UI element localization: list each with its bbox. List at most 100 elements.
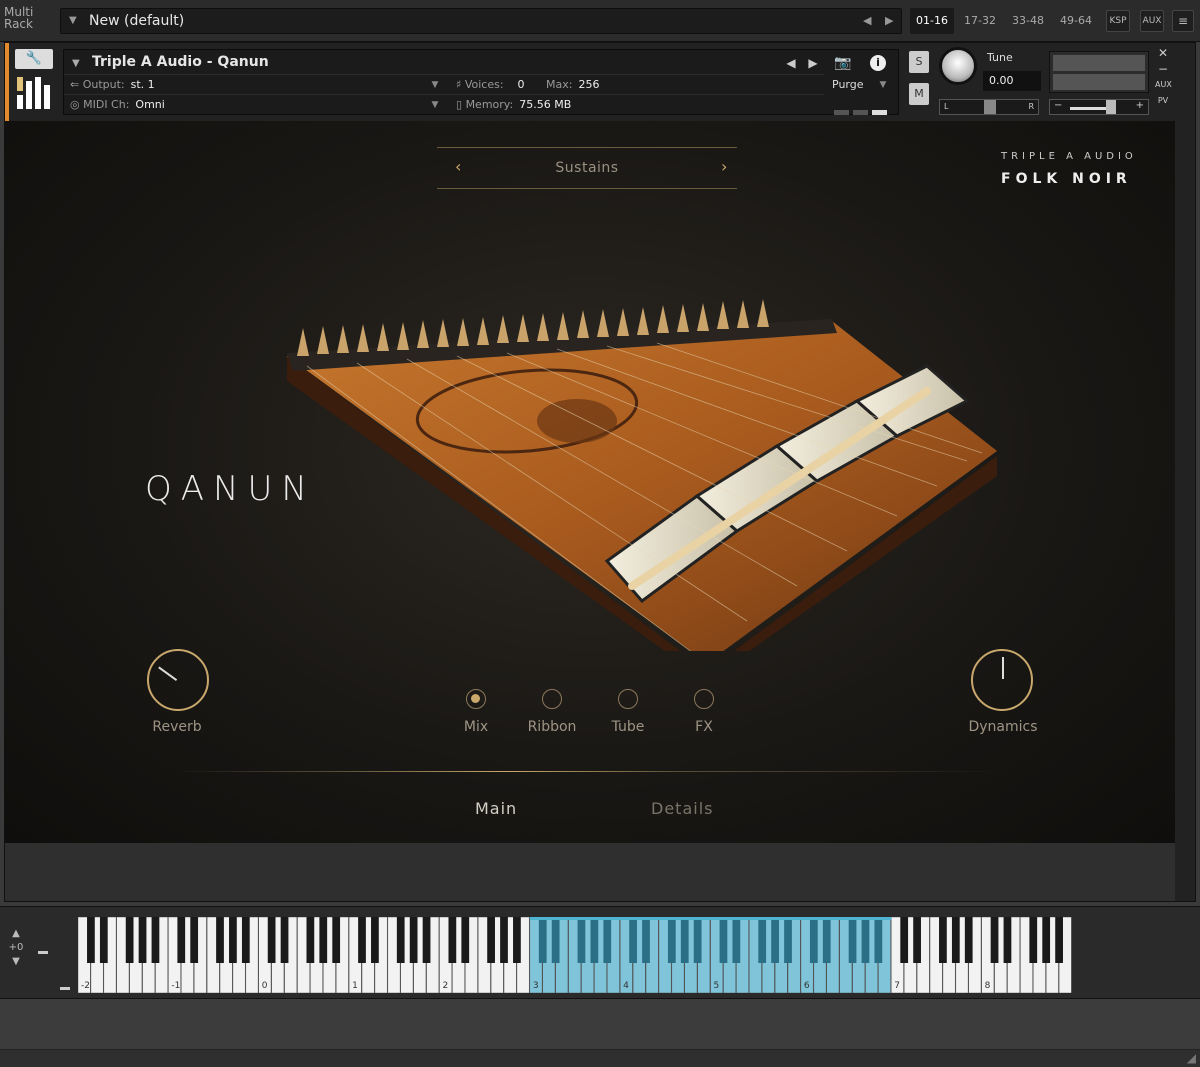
- ribbon-radio[interactable]: [542, 689, 562, 709]
- black-key[interactable]: [487, 917, 495, 963]
- black-key[interactable]: [964, 917, 973, 963]
- output-row[interactable]: ⇐ Output: st. 1: [70, 78, 155, 91]
- pan-handle[interactable]: [984, 100, 996, 114]
- mute-button[interactable]: M: [909, 83, 929, 105]
- black-key[interactable]: [87, 917, 95, 963]
- dynamics-knob[interactable]: [971, 649, 1033, 711]
- tune-value[interactable]: 0.00: [983, 71, 1041, 91]
- volume-slider[interactable]: − +: [1049, 99, 1149, 115]
- piano-keyboard[interactable]: -2 -1 0 1 2 3 4 5 6 7 8: [78, 917, 1072, 993]
- black-key[interactable]: [409, 917, 418, 963]
- black-key[interactable]: [538, 917, 547, 963]
- pitch-wheel-indicator[interactable]: [38, 951, 48, 954]
- octave-up-icon[interactable]: ▲: [4, 927, 28, 941]
- page-17-32-button[interactable]: 17-32: [958, 8, 1002, 34]
- black-key[interactable]: [461, 917, 470, 963]
- purge-dropdown-icon[interactable]: ▼: [872, 76, 894, 94]
- black-key[interactable]: [951, 917, 960, 963]
- prev-arrow-icon[interactable]: ◀: [863, 14, 871, 27]
- black-key[interactable]: [332, 917, 341, 963]
- prev-instrument-icon[interactable]: ◀: [780, 54, 802, 72]
- black-key[interactable]: [229, 917, 237, 963]
- black-key[interactable]: [138, 917, 147, 963]
- black-key[interactable]: [939, 917, 947, 963]
- black-key[interactable]: [693, 917, 702, 963]
- black-key[interactable]: [306, 917, 315, 963]
- black-key[interactable]: [848, 917, 857, 963]
- black-key[interactable]: [732, 917, 741, 963]
- black-key[interactable]: [629, 917, 637, 963]
- aux-button[interactable]: AUX: [1140, 10, 1164, 32]
- black-key[interactable]: [771, 917, 779, 963]
- chevron-right-icon[interactable]: ›: [721, 157, 727, 176]
- black-key[interactable]: [125, 917, 134, 963]
- mod-wheel-indicator[interactable]: [60, 987, 70, 990]
- pv-toggle[interactable]: PV: [1155, 93, 1171, 109]
- tab-main[interactable]: Main: [475, 799, 517, 818]
- chevron-down-icon[interactable]: ▼: [72, 58, 80, 69]
- black-key[interactable]: [1003, 917, 1012, 963]
- reverb-knob[interactable]: [147, 649, 209, 711]
- black-key[interactable]: [358, 917, 366, 963]
- black-key[interactable]: [667, 917, 676, 963]
- next-instrument-icon[interactable]: ▶: [802, 54, 824, 72]
- black-key[interactable]: [809, 917, 818, 963]
- close-icon[interactable]: ✕: [1155, 45, 1171, 61]
- tube-radio[interactable]: [618, 689, 638, 709]
- black-key[interactable]: [267, 917, 276, 963]
- pan-slider[interactable]: L R: [939, 99, 1039, 115]
- next-arrow-icon[interactable]: ▶: [885, 14, 893, 27]
- black-key[interactable]: [577, 917, 586, 963]
- black-key[interactable]: [1055, 917, 1063, 963]
- volume-handle[interactable]: [1106, 100, 1116, 114]
- black-key[interactable]: [151, 917, 160, 963]
- black-key[interactable]: [603, 917, 612, 963]
- black-key[interactable]: [642, 917, 650, 963]
- solo-button[interactable]: S: [909, 51, 929, 73]
- black-key[interactable]: [758, 917, 767, 963]
- black-key[interactable]: [177, 917, 186, 963]
- black-key[interactable]: [1029, 917, 1038, 963]
- page-01-16-button[interactable]: 01-16: [910, 8, 954, 34]
- black-key[interactable]: [861, 917, 870, 963]
- ksp-button[interactable]: KSP: [1106, 10, 1130, 32]
- chevron-down-icon[interactable]: ▼: [69, 15, 77, 26]
- purge-button[interactable]: Purge: [832, 78, 864, 91]
- black-key[interactable]: [422, 917, 431, 963]
- black-key[interactable]: [590, 917, 599, 963]
- midi-dropdown-icon[interactable]: ▼: [424, 96, 446, 114]
- midi-row[interactable]: ◎ MIDI Ch: Omni: [70, 98, 165, 111]
- instrument-name[interactable]: Triple A Audio - Qanun: [92, 54, 269, 70]
- black-key[interactable]: [319, 917, 328, 963]
- aux-toggle[interactable]: AUX: [1155, 77, 1172, 93]
- octave-down-icon[interactable]: ▼: [4, 955, 28, 969]
- resize-grip-icon[interactable]: ◢: [1187, 1051, 1196, 1065]
- output-dropdown-icon[interactable]: ▼: [424, 76, 446, 94]
- piano-keys[interactable]: -2 -1 0 1 2 3 4 5 6 7 8: [78, 917, 1072, 993]
- page-33-48-button[interactable]: 33-48: [1006, 8, 1050, 34]
- menu-icon[interactable]: ≡: [1172, 10, 1194, 32]
- black-key[interactable]: [990, 917, 999, 963]
- tab-details[interactable]: Details: [651, 799, 713, 818]
- black-key[interactable]: [900, 917, 909, 963]
- minimize-icon[interactable]: −: [1155, 61, 1171, 77]
- page-49-64-button[interactable]: 49-64: [1054, 8, 1098, 34]
- black-key[interactable]: [913, 917, 921, 963]
- black-key[interactable]: [822, 917, 831, 963]
- black-key[interactable]: [216, 917, 224, 963]
- black-key[interactable]: [396, 917, 405, 963]
- black-key[interactable]: [874, 917, 883, 963]
- black-key[interactable]: [500, 917, 508, 963]
- max-value[interactable]: 256: [579, 78, 600, 91]
- rack-title-field[interactable]: ▼ New (default) ◀ ▶: [60, 8, 902, 34]
- black-key[interactable]: [448, 917, 457, 963]
- black-key[interactable]: [280, 917, 289, 963]
- black-key[interactable]: [99, 917, 108, 963]
- info-icon[interactable]: i: [870, 55, 886, 71]
- black-key[interactable]: [551, 917, 560, 963]
- mix-radio[interactable]: [466, 689, 486, 709]
- fx-radio[interactable]: [694, 689, 714, 709]
- black-key[interactable]: [513, 917, 521, 963]
- edit-wrench-button[interactable]: 🔧: [15, 49, 53, 69]
- black-key[interactable]: [371, 917, 379, 963]
